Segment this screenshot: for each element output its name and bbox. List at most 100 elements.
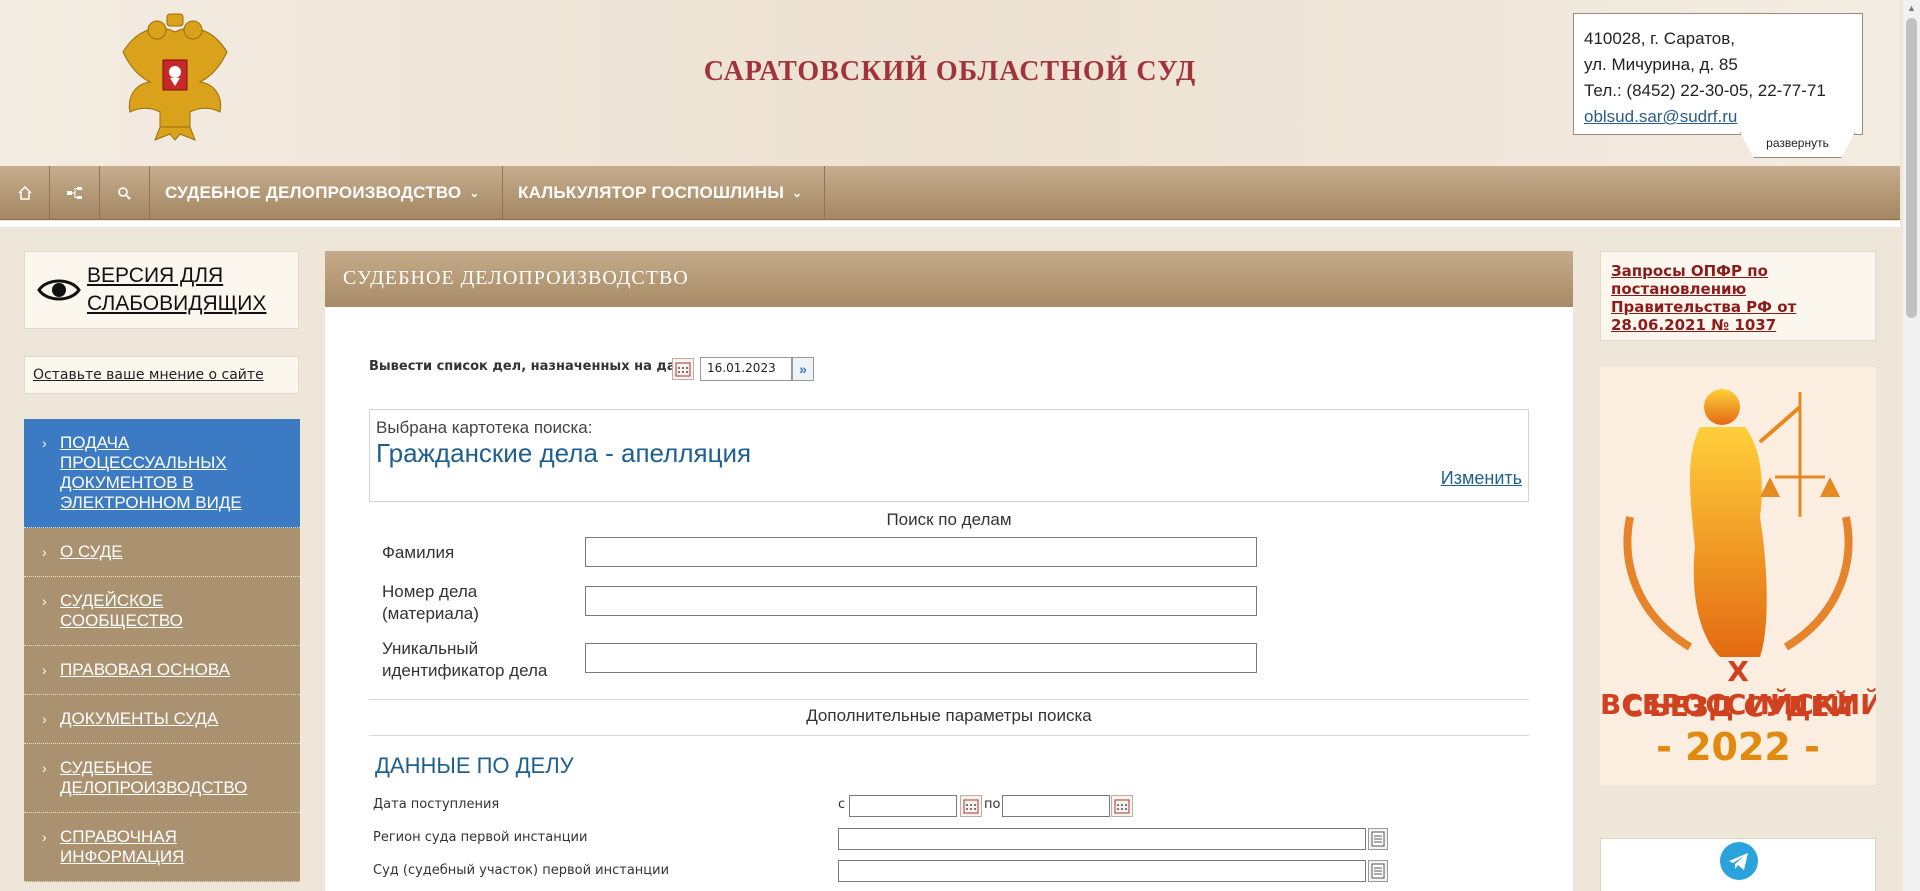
- phone-text: Тел.: (8452) 22-30-05, 22-77-71: [1584, 81, 1826, 100]
- divider: [369, 735, 1529, 736]
- uid-label-line-2: идентификатор дела: [382, 661, 548, 680]
- search-button[interactable]: [100, 166, 150, 220]
- scroll-up-arrow-icon[interactable]: ▲: [1903, 0, 1920, 17]
- selected-card-box: Выбрана картотека поиска: Гражданские де…: [369, 409, 1529, 502]
- telegram-icon[interactable]: [1720, 842, 1758, 880]
- show-list-button[interactable]: »: [792, 357, 814, 381]
- sidebar-item-label: Подача процессуальных документов в элект…: [60, 433, 242, 512]
- sidebar-item-label: Справочная информация: [60, 827, 185, 866]
- surname-label: Фамилия: [382, 543, 455, 562]
- sidebar-item-proceedings[interactable]: › Судебное делопроизводство: [24, 744, 300, 813]
- telegram-plane-icon: [1729, 853, 1748, 870]
- low-vision-label: ВЕРСИЯ ДЛЯ СЛАБОВИДЯЩИХ: [87, 262, 266, 318]
- case-number-label-line-1: Номер дела: [382, 582, 478, 601]
- from-label: с: [838, 797, 846, 812]
- site-title: САРАТОВСКИЙ ОБЛАСТНОЙ СУД: [703, 56, 1197, 87]
- surname-input[interactable]: [585, 537, 1257, 567]
- sidebar-item-label: Судейское сообщество: [60, 591, 183, 630]
- uid-label-line-1: Уникальный: [382, 639, 479, 658]
- address-line-2: ул. Мичурина, д. 85: [1584, 55, 1738, 74]
- chevron-right-icon: ›: [42, 435, 47, 451]
- low-vision-label-line-2: СЛАБОВИДЯЩИХ: [87, 292, 267, 315]
- court-input[interactable]: [838, 860, 1366, 882]
- coat-of-arms-icon: [122, 13, 228, 141]
- change-card-link[interactable]: Изменить: [1441, 468, 1522, 489]
- receipt-date-from-input[interactable]: [849, 795, 957, 817]
- address-line-1: 410028, г. Саратов,: [1584, 29, 1736, 48]
- chevron-down-icon: ⌄: [792, 186, 803, 200]
- chevron-right-icon: ›: [42, 593, 47, 609]
- sidebar-item-label: Документы суда: [60, 709, 219, 728]
- case-number-label-line-2: (материала): [382, 604, 479, 623]
- list-icon: [1371, 831, 1385, 847]
- calendar-icon: [1114, 799, 1130, 814]
- chevron-down-icon: ⌄: [469, 186, 480, 200]
- sitemap-button[interactable]: [50, 166, 100, 220]
- chevron-right-icon: ›: [42, 662, 47, 678]
- sidebar-item-electronic-filing[interactable]: › Подача процессуальных документов в элек…: [24, 419, 300, 528]
- scrollbar-thumb[interactable]: [1906, 18, 1917, 318]
- contact-box: 410028, г. Саратов, ул. Мичурина, д. 85 …: [1573, 13, 1863, 135]
- uid-label: Уникальный идентификатор дела: [382, 638, 547, 682]
- divider: [369, 699, 1529, 700]
- banner-year: - 2022 -: [1656, 725, 1820, 769]
- nav-divider: [0, 221, 1900, 227]
- uid-input[interactable]: [585, 643, 1257, 673]
- case-number-label: Номер дела (материала): [382, 581, 479, 625]
- sidebar-item-legal-basis[interactable]: › Правовая основа: [24, 646, 300, 695]
- nav-item-court-proceedings[interactable]: СУДЕБНОЕ ДЕЛОПРОИЗВОДСТВО ⌄: [150, 166, 503, 220]
- extra-params-toggle[interactable]: Дополнительные параметры поиска: [369, 706, 1529, 726]
- case-data-section-title: ДАННЫЕ ПО ДЕЛУ: [375, 753, 574, 778]
- sidebar-menu: › Подача процессуальных документов в элек…: [24, 419, 300, 882]
- sidebar-item-label: Правовая основа: [60, 660, 230, 679]
- low-vision-version-link[interactable]: ВЕРСИЯ ДЛЯ СЛАБОВИДЯЩИХ: [24, 251, 299, 329]
- to-label: по: [984, 797, 1001, 812]
- main-nav: СУДЕБНОЕ ДЕЛОПРОИЗВОДСТВО ⌄ КАЛЬКУЛЯТОР Г…: [0, 166, 1900, 220]
- sidebar-item-documents[interactable]: › Документы суда: [24, 695, 300, 744]
- card-value: Гражданские дела - апелляция: [376, 438, 752, 468]
- region-input[interactable]: [838, 828, 1366, 850]
- court-label: Суд (судебный участок) первой инстанции: [373, 863, 670, 878]
- list-icon: [1371, 863, 1385, 879]
- expand-contacts-button[interactable]: развернуть: [1740, 132, 1855, 158]
- nav-item-label: СУДЕБНОЕ ДЕЛОПРОИЗВОДСТВО: [165, 183, 462, 202]
- chevron-right-icon: ›: [42, 711, 47, 727]
- sidebar-item-judges[interactable]: › Судейское сообщество: [24, 577, 300, 646]
- list-select-button[interactable]: [1368, 860, 1388, 882]
- nav-item-fee-calculator[interactable]: КАЛЬКУЛЯТОР ГОСПОШЛИНЫ ⌄: [503, 166, 825, 220]
- date-input[interactable]: 16.01.2023: [700, 357, 792, 381]
- banner-line-2: СЪЕЗД СУДЕЙ: [1622, 690, 1854, 723]
- pension-fund-notice-link[interactable]: Запросы ОПФР по постановлению Правительс…: [1600, 251, 1876, 341]
- eye-icon: [37, 279, 81, 301]
- list-select-button[interactable]: [1368, 828, 1388, 850]
- calendar-icon: [675, 362, 691, 377]
- chevron-right-icon: ›: [42, 829, 47, 845]
- receipt-date-to-input[interactable]: [1002, 795, 1110, 817]
- sitemap-icon: [66, 187, 82, 199]
- calendar-button[interactable]: [960, 795, 982, 817]
- chevron-right-icon: ›: [42, 544, 47, 560]
- email-link[interactable]: oblsud.sar@sudrf.ru: [1584, 107, 1737, 126]
- calendar-button[interactable]: [672, 358, 694, 380]
- feedback-link[interactable]: Оставьте ваше мнение о сайте: [24, 356, 299, 394]
- main-panel: СУДЕБНОЕ ДЕЛОПРОИЗВОДСТВО Вывести список…: [325, 251, 1573, 891]
- low-vision-label-line-1: ВЕРСИЯ ДЛЯ: [87, 264, 224, 287]
- page-title: СУДЕБНОЕ ДЕЛОПРОИЗВОДСТВО: [325, 251, 1573, 307]
- chevron-right-icon: ›: [42, 760, 47, 776]
- double-arrow-icon: »: [799, 361, 807, 377]
- sidebar-item-reference[interactable]: › Справочная информация: [24, 813, 300, 882]
- region-label: Регион суда первой инстанции: [373, 830, 588, 845]
- judges-congress-banner[interactable]: X ВСЕРОССИЙСКИЙ СЪЕЗД СУДЕЙ - 2022 -: [1600, 367, 1876, 785]
- sidebar-item-about[interactable]: › О суде: [24, 528, 300, 577]
- calendar-button[interactable]: [1111, 795, 1133, 817]
- search-icon: [118, 186, 131, 200]
- card-label: Выбрана картотека поиска:: [376, 418, 593, 437]
- home-icon: [17, 186, 32, 200]
- case-number-input[interactable]: [585, 586, 1257, 616]
- sidebar-item-label: Судебное делопроизводство: [60, 758, 248, 797]
- receipt-date-label: Дата поступления: [373, 797, 500, 812]
- nav-item-label: КАЛЬКУЛЯТОР ГОСПОШЛИНЫ: [518, 183, 785, 202]
- home-button[interactable]: [0, 166, 50, 220]
- calendar-icon: [963, 799, 979, 814]
- search-section-title: Поиск по делам: [886, 510, 1012, 529]
